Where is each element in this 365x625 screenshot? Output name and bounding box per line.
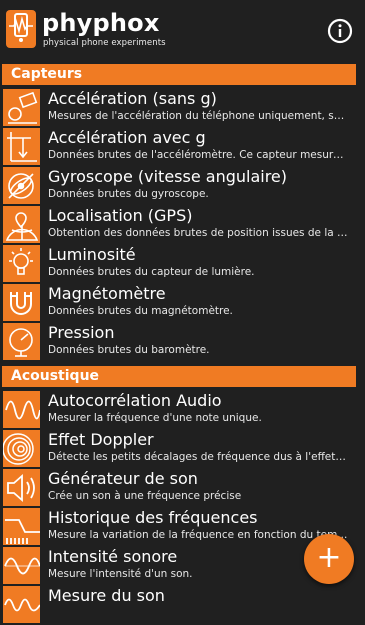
list-item[interactable]: Effet Doppler Détecte les petits décalag…: [0, 430, 365, 469]
doppler-icon: [3, 430, 40, 467]
list-item[interactable]: Générateur de son Crée un son à une fréq…: [0, 469, 365, 508]
list-item[interactable]: Luminosité Données brutes du capteur de …: [0, 245, 365, 284]
list-item[interactable]: Mesure du son: [0, 586, 365, 625]
info-icon[interactable]: [327, 18, 353, 44]
frequency-history-icon: [3, 508, 40, 545]
list-item[interactable]: Accélération avec g Données brutes de l'…: [0, 128, 365, 167]
item-desc: Données brutes de l'accéléromètre. Ce ca…: [48, 149, 348, 161]
list-item[interactable]: Autocorrélation Audio Mesurer la fréquen…: [0, 391, 365, 430]
item-desc: Données brutes du baromètre.: [48, 344, 210, 356]
magnet-icon: [3, 284, 40, 321]
item-desc: Données brutes du capteur de lumière.: [48, 266, 255, 278]
speaker-icon: [3, 469, 40, 506]
gps-icon: [3, 206, 40, 243]
item-title: Mesure du son: [48, 586, 165, 605]
section-header-capteurs: Capteurs: [2, 64, 356, 85]
barometer-icon: [3, 323, 40, 360]
list-item[interactable]: Gyroscope (vitesse angulaire) Données br…: [0, 167, 365, 206]
list-item[interactable]: Localisation (GPS) Obtention des données…: [0, 206, 365, 245]
list-item[interactable]: Accélération (sans g) Mesures de l'accél…: [0, 89, 365, 128]
item-desc: Mesure l'intensité d'un son.: [48, 568, 193, 580]
list-item[interactable]: Magnétomètre Données brutes du magnétomè…: [0, 284, 365, 323]
item-title: Accélération (sans g): [48, 89, 217, 108]
item-title: Historique des fréquences: [48, 508, 258, 527]
item-title: Pression: [48, 323, 115, 342]
item-desc: Données brutes du gyroscope.: [48, 188, 209, 200]
sound-measure-icon: [3, 586, 40, 623]
item-title: Autocorrélation Audio: [48, 391, 222, 410]
item-title: Générateur de son: [48, 469, 198, 488]
phyphox-logo-icon: [6, 10, 36, 48]
item-desc: Obtention des données brutes de position…: [48, 227, 348, 239]
sound-intensity-icon: [3, 547, 40, 584]
item-title: Luminosité: [48, 245, 136, 264]
item-desc: Mesures de l'accélération du téléphone u…: [48, 110, 348, 122]
app-header: phyphox physical phone experiments: [0, 0, 365, 60]
item-title: Effet Doppler: [48, 430, 154, 449]
app-title: phyphox: [42, 9, 160, 37]
item-desc: Données brutes du magnétomètre.: [48, 305, 233, 317]
item-desc: Détecte les petits décalages de fréquenc…: [48, 451, 348, 463]
item-title: Magnétomètre: [48, 284, 166, 303]
item-desc: Mesure la variation de la fréquence en f…: [48, 529, 348, 541]
autocorrelation-icon: [3, 391, 40, 428]
item-desc: Crée un son à une fréquence précise: [48, 490, 242, 502]
list-item[interactable]: Pression Données brutes du baromètre.: [0, 323, 365, 362]
item-title: Localisation (GPS): [48, 206, 193, 225]
item-desc: Mesurer la fréquence d'une note unique.: [48, 412, 262, 424]
add-icon: +: [316, 540, 342, 575]
acceleration-icon: [3, 89, 40, 126]
gyroscope-icon: [3, 167, 40, 204]
item-title: Accélération avec g: [48, 128, 206, 147]
add-button[interactable]: +: [304, 534, 354, 584]
item-title: Gyroscope (vitesse angulaire): [48, 167, 288, 186]
app-subtitle: physical phone experiments: [43, 38, 166, 48]
light-bulb-icon: [3, 245, 40, 282]
acceleration-g-icon: [3, 128, 40, 165]
section-header-acoustique: Acoustique: [2, 366, 356, 387]
